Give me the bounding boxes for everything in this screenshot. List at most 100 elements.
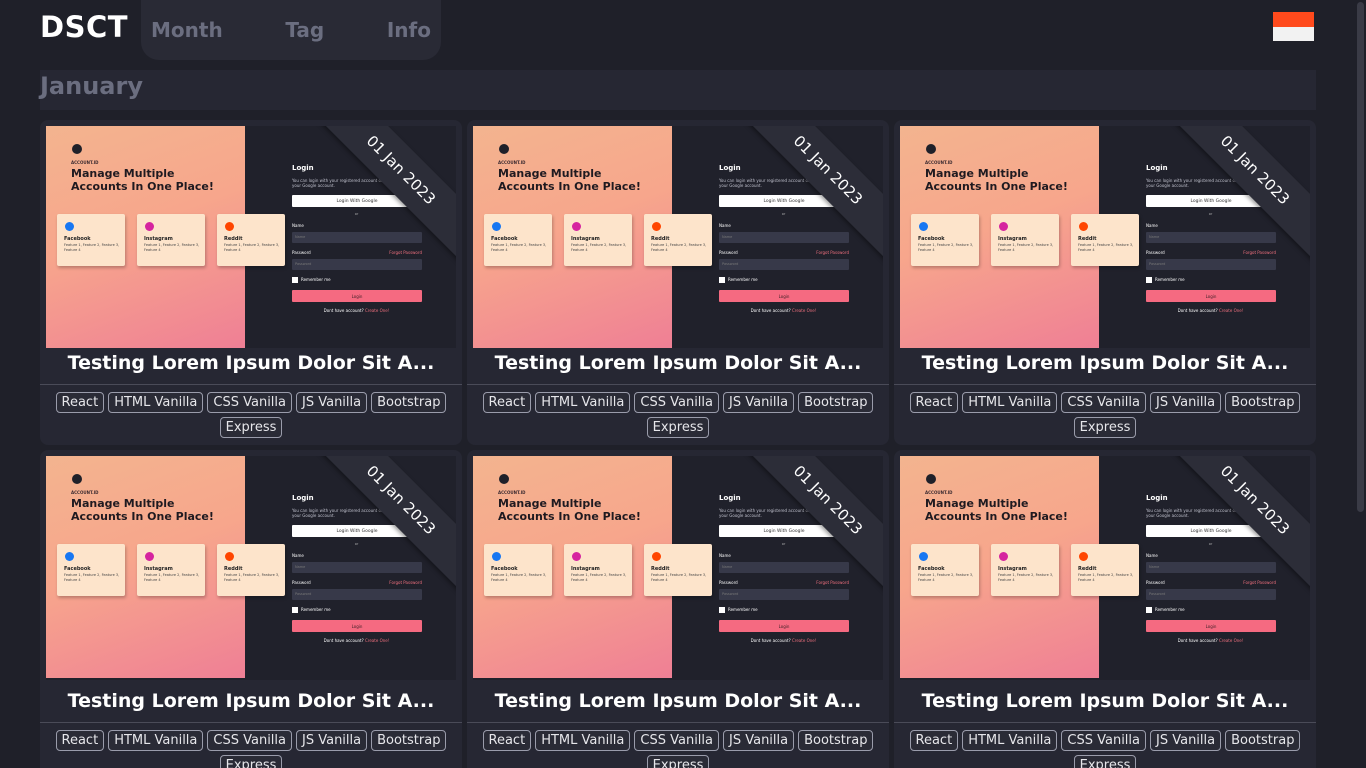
tag-chip[interactable]: Bootstrap bbox=[371, 392, 447, 413]
tag-chip[interactable]: JS Vanilla bbox=[1150, 392, 1222, 413]
tag-chip[interactable]: CSS Vanilla bbox=[207, 730, 292, 751]
preview-tile-desc: Feature 1, Feature 2, Feature 3, Feature… bbox=[918, 243, 974, 252]
tag-chip[interactable]: HTML Vanilla bbox=[108, 392, 204, 413]
preview-create-link: Create One! bbox=[792, 308, 817, 313]
preview-password-label: Password bbox=[719, 580, 738, 585]
tag-chip[interactable]: CSS Vanilla bbox=[634, 730, 719, 751]
tag-chip[interactable]: JS Vanilla bbox=[296, 730, 368, 751]
preview-name-field: Name bbox=[1146, 232, 1276, 243]
scrollbar-thumb[interactable] bbox=[1357, 2, 1364, 512]
project-card[interactable]: ACCOUNT.ID Manage Multiple Accounts In O… bbox=[40, 450, 462, 768]
tag-chip[interactable]: JS Vanilla bbox=[1150, 730, 1222, 751]
preview-name-label: Name bbox=[1146, 553, 1158, 558]
language-flag-icon[interactable] bbox=[1273, 12, 1314, 41]
brand-logo[interactable]: DSCT bbox=[40, 10, 128, 44]
tag-chip[interactable]: CSS Vanilla bbox=[1061, 730, 1146, 751]
card-title[interactable]: Testing Lorem Ipsum Dolor Sit A... bbox=[40, 352, 462, 374]
tag-chip[interactable]: JS Vanilla bbox=[723, 392, 795, 413]
tag-chip[interactable]: Express bbox=[219, 417, 283, 438]
card-title[interactable]: Testing Lorem Ipsum Dolor Sit A... bbox=[40, 690, 462, 712]
card-divider bbox=[894, 384, 1316, 385]
preview-tile-icon bbox=[1079, 552, 1088, 561]
tag-chip[interactable]: Bootstrap bbox=[371, 730, 447, 751]
preview-name-label: Name bbox=[292, 553, 304, 558]
preview-password-field: Password bbox=[1146, 589, 1276, 600]
card-title[interactable]: Testing Lorem Ipsum Dolor Sit A... bbox=[894, 690, 1316, 712]
card-thumbnail[interactable]: ACCOUNT.ID Manage Multiple Accounts In O… bbox=[900, 456, 1310, 680]
preview-login-button: Login bbox=[719, 290, 849, 302]
tag-chip[interactable]: React bbox=[482, 392, 532, 413]
preview-tile-desc: Feature 1, Feature 2, Feature 3, Feature… bbox=[491, 243, 547, 252]
project-card[interactable]: ACCOUNT.ID Manage Multiple Accounts In O… bbox=[894, 450, 1316, 768]
preview-name-field: Name bbox=[719, 562, 849, 573]
nav-tag[interactable]: Tag bbox=[285, 18, 324, 42]
card-thumbnail[interactable]: ACCOUNT.ID Manage Multiple Accounts In O… bbox=[473, 126, 883, 348]
card-title[interactable]: Testing Lorem Ipsum Dolor Sit A... bbox=[467, 352, 889, 374]
preview-tile-icon bbox=[919, 222, 928, 231]
preview-headline: Manage Multiple Accounts In One Place! bbox=[498, 497, 641, 523]
preview-forgot-link: Forgot Password bbox=[1243, 580, 1276, 585]
nav-info[interactable]: Info bbox=[387, 18, 431, 42]
tag-chip[interactable]: JS Vanilla bbox=[296, 392, 368, 413]
preview-login-button: Login bbox=[719, 620, 849, 632]
preview-tile-desc: Feature 1, Feature 2, Feature 3, Feature… bbox=[651, 573, 707, 582]
tag-chip[interactable]: HTML Vanilla bbox=[108, 730, 204, 751]
tag-chip[interactable]: HTML Vanilla bbox=[535, 730, 631, 751]
tag-chip[interactable]: Bootstrap bbox=[798, 392, 874, 413]
preview-create-link: Create One! bbox=[1219, 308, 1244, 313]
preview-headline: Manage Multiple Accounts In One Place! bbox=[71, 167, 214, 193]
preview-tile-icon bbox=[65, 222, 74, 231]
tag-chip[interactable]: React bbox=[909, 392, 959, 413]
preview-tile-name: Reddit bbox=[1078, 236, 1097, 242]
tag-chip[interactable]: HTML Vanilla bbox=[962, 392, 1058, 413]
project-card[interactable]: ACCOUNT.ID Manage Multiple Accounts In O… bbox=[467, 120, 889, 445]
preview-name-label: Name bbox=[719, 223, 731, 228]
preview-tile-2: Reddit Feature 1, Feature 2, Feature 3, … bbox=[1071, 544, 1139, 596]
tag-chip[interactable]: Express bbox=[1073, 755, 1137, 768]
preview-no-account: Dont have account? bbox=[1177, 638, 1218, 643]
tag-chip[interactable]: React bbox=[909, 730, 959, 751]
project-card[interactable]: ACCOUNT.ID Manage Multiple Accounts In O… bbox=[467, 450, 889, 768]
tag-chip[interactable]: Bootstrap bbox=[798, 730, 874, 751]
card-thumbnail[interactable]: ACCOUNT.ID Manage Multiple Accounts In O… bbox=[473, 456, 883, 680]
tag-chip[interactable]: Express bbox=[646, 755, 710, 768]
preview-tile-1: Instagram Feature 1, Feature 2, Feature … bbox=[564, 544, 632, 596]
tag-chip[interactable]: Bootstrap bbox=[1225, 730, 1301, 751]
preview-tile-icon bbox=[572, 552, 581, 561]
tag-chip[interactable]: React bbox=[482, 730, 532, 751]
tag-chip[interactable]: JS Vanilla bbox=[723, 730, 795, 751]
page-scrollbar[interactable] bbox=[1354, 0, 1366, 768]
nav-month[interactable]: Month bbox=[151, 18, 223, 42]
tag-chip[interactable]: Express bbox=[219, 755, 283, 768]
preview-password-field: Password bbox=[292, 259, 422, 270]
tag-chip[interactable]: CSS Vanilla bbox=[207, 392, 292, 413]
tag-chip[interactable]: Express bbox=[646, 417, 710, 438]
preview-name-field: Name bbox=[292, 562, 422, 573]
card-thumbnail[interactable]: ACCOUNT.ID Manage Multiple Accounts In O… bbox=[46, 456, 456, 680]
tag-chip[interactable]: HTML Vanilla bbox=[535, 392, 631, 413]
card-title[interactable]: Testing Lorem Ipsum Dolor Sit A... bbox=[467, 690, 889, 712]
tag-chip[interactable]: Express bbox=[1073, 417, 1137, 438]
preview-tile-icon bbox=[999, 552, 1008, 561]
card-title[interactable]: Testing Lorem Ipsum Dolor Sit A... bbox=[894, 352, 1316, 374]
tag-chip[interactable]: CSS Vanilla bbox=[1061, 392, 1146, 413]
card-thumbnail[interactable]: ACCOUNT.ID Manage Multiple Accounts In O… bbox=[46, 126, 456, 348]
preview-tile-0: Facebook Feature 1, Feature 2, Feature 3… bbox=[911, 544, 979, 596]
preview-tile-icon bbox=[652, 222, 661, 231]
tag-chip[interactable]: React bbox=[55, 730, 105, 751]
preview-login-button: Login bbox=[292, 290, 422, 302]
tag-chip[interactable]: CSS Vanilla bbox=[634, 392, 719, 413]
tag-chip[interactable]: React bbox=[55, 392, 105, 413]
tag-chip[interactable]: HTML Vanilla bbox=[962, 730, 1058, 751]
project-card[interactable]: ACCOUNT.ID Manage Multiple Accounts In O… bbox=[40, 120, 462, 445]
tag-chip[interactable]: Bootstrap bbox=[1225, 392, 1301, 413]
card-divider bbox=[467, 722, 889, 723]
card-thumbnail[interactable]: ACCOUNT.ID Manage Multiple Accounts In O… bbox=[900, 126, 1310, 348]
preview-tile-name: Reddit bbox=[224, 566, 243, 572]
preview-remember-label: Remember me bbox=[1155, 277, 1185, 282]
project-card[interactable]: ACCOUNT.ID Manage Multiple Accounts In O… bbox=[894, 120, 1316, 445]
preview-forgot-link: Forgot Password bbox=[816, 250, 849, 255]
preview-logo-icon bbox=[499, 144, 509, 154]
preview-no-account: Dont have account? bbox=[750, 308, 791, 313]
preview-signup-line: Dont have account? Create One! bbox=[718, 638, 849, 643]
